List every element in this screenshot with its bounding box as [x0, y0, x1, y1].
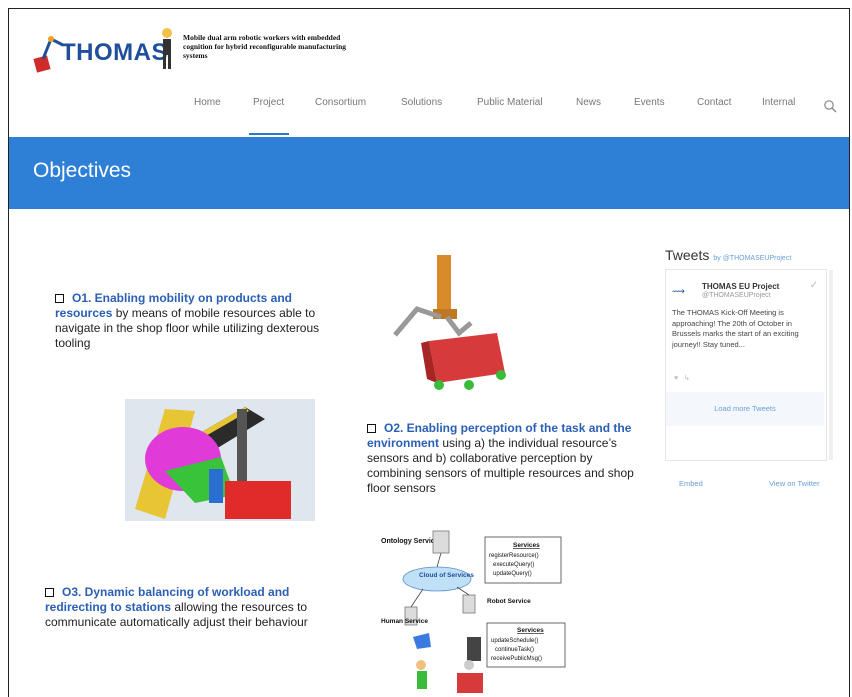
mobile-robot-illustration — [393, 255, 506, 390]
diagram-human-label: Human Service — [381, 618, 428, 625]
diagram-ontology-label: Ontology Service — [381, 538, 439, 545]
diagram-services-top-item: executeQuery() — [493, 562, 534, 568]
tweet-text: The THOMAS Kick-Off Meeting is approachi… — [672, 308, 799, 349]
tweets-scrollbar[interactable] — [829, 270, 833, 460]
nav-internal[interactable]: Internal — [762, 97, 795, 108]
logo[interactable]: THOMAS Mobile dual arm robotic workers w… — [33, 21, 346, 85]
diagram-services-bottom-item: updateSchedule() — [491, 638, 538, 644]
page-frame: THOMAS Mobile dual arm robotic workers w… — [8, 8, 850, 697]
diagram-services-bottom-item: receivePublicMsg() — [491, 656, 542, 662]
tweet-author-name[interactable]: THOMAS EU Project — [702, 282, 779, 291]
nav-active-indicator — [249, 133, 289, 135]
diagram-cloud-label: Cloud of Services — [419, 572, 474, 579]
load-more-tweets-button[interactable]: Load more Tweets — [666, 392, 824, 426]
nav-news[interactable]: News — [576, 97, 601, 108]
view-on-twitter-link[interactable]: View on Twitter — [769, 479, 820, 488]
tweet-author-handle[interactable]: @THOMASEUProject — [702, 292, 771, 299]
nav-events[interactable]: Events — [634, 97, 665, 108]
services-diagram: Ontology Service Cloud of Services Servi… — [381, 530, 566, 693]
diagram-robot-label: Robot Service — [487, 598, 531, 605]
nav-project[interactable]: Project — [253, 97, 284, 108]
tweet-avatar-icon: ⟿ — [672, 286, 685, 296]
nav-consortium[interactable]: Consortium — [315, 97, 366, 108]
tweets-header: Tweets by @THOMASEUProject — [665, 247, 831, 263]
page-title: Objectives — [33, 159, 132, 182]
twitter-bird-icon: ✓ — [809, 280, 818, 291]
objective-o3: O3. Dynamic balancing of workload and re… — [45, 585, 349, 630]
robot-workcell-image — [125, 399, 315, 521]
diagram-services-top-item: registerResource() — [489, 553, 539, 559]
search-icon[interactable] — [823, 99, 837, 113]
page-banner: Objectives — [9, 137, 849, 209]
objective-o2: O2. Enabling perception of the task and … — [367, 421, 643, 496]
main-nav: Home Project Consortium Solutions Public… — [169, 97, 841, 135]
tweet-actions-icon[interactable]: ♥ ↳ — [674, 374, 690, 382]
bullet-box-icon — [45, 588, 54, 598]
tweet-card: ⟿ THOMAS EU Project @THOMASEUProject ✓ T… — [665, 269, 833, 461]
logo-figure-icon — [162, 28, 172, 69]
objective-o1: O1. Enabling mobility on products and re… — [55, 291, 345, 351]
diagram-services-bottom-item: continueTask() — [495, 647, 534, 653]
diagram-services-top-item: updateQuery() — [493, 571, 532, 577]
diagram-services-top-title: Services — [513, 542, 540, 549]
tweets-by-link[interactable]: by @THOMASEUProject — [713, 255, 791, 262]
nav-solutions[interactable]: Solutions — [401, 97, 442, 108]
bullet-box-icon — [55, 294, 64, 304]
tweets-title: Tweets — [665, 247, 710, 263]
nav-public-material[interactable]: Public Material — [477, 97, 543, 108]
nav-contact[interactable]: Contact — [697, 97, 731, 108]
logo-tagline: Mobile dual arm robotic workers with emb… — [183, 33, 347, 60]
diagram-services-bottom-title: Services — [517, 627, 544, 634]
bullet-box-icon — [367, 424, 376, 434]
nav-home[interactable]: Home — [194, 97, 221, 108]
logo-word: THOMAS — [61, 39, 168, 66]
site-header: THOMAS Mobile dual arm robotic workers w… — [9, 9, 849, 137]
tweets-widget: Tweets by @THOMASEUProject ⟿ THOMAS EU Pr… — [665, 247, 833, 488]
embed-link[interactable]: Embed — [679, 479, 703, 488]
